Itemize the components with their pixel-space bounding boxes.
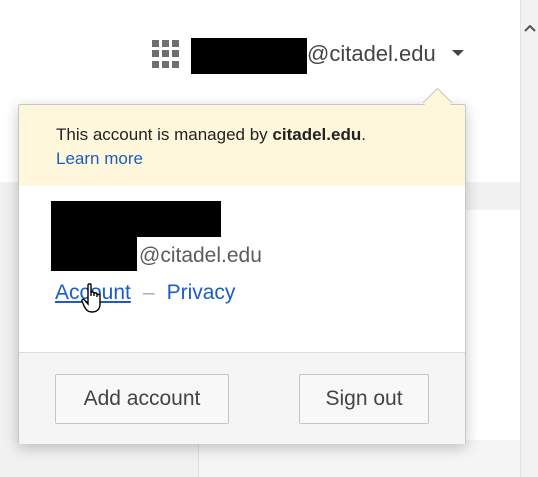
top-bar: @citadel.edu: [0, 0, 520, 100]
privacy-link[interactable]: Privacy: [167, 281, 236, 304]
account-popup: This account is managed by citadel.edu. …: [18, 104, 466, 444]
user-email-domain: @citadel.edu: [139, 244, 262, 267]
scroll-up-arrow-icon[interactable]: [521, 18, 538, 38]
learn-more-link[interactable]: Learn more: [56, 149, 143, 169]
add-account-button[interactable]: Add account: [55, 374, 229, 424]
link-separator: –: [142, 281, 155, 304]
redacted-email-user: [51, 237, 137, 271]
redacted-display-name: [51, 201, 221, 237]
chevron-down-icon[interactable]: [452, 50, 464, 56]
notice-prefix: This account is managed by: [56, 125, 273, 144]
notice-domain: citadel.edu: [272, 125, 362, 144]
page-background-panel: [198, 440, 521, 477]
scroll-track[interactable]: [525, 40, 535, 477]
popup-footer: Add account Sign out: [19, 352, 465, 444]
redacted-username: [191, 38, 307, 74]
page-background-bottom: [22, 440, 198, 477]
hand-cursor-icon: [81, 283, 103, 317]
notice-text: This account is managed by citadel.edu.: [56, 125, 366, 145]
managed-account-notice: This account is managed by citadel.edu. …: [19, 105, 465, 186]
notice-suffix: .: [361, 125, 366, 144]
account-email-domain[interactable]: @citadel.edu: [307, 41, 436, 67]
apps-grid-icon[interactable]: [152, 40, 180, 68]
page-background-band: [460, 182, 520, 210]
vertical-scrollbar[interactable]: [520, 0, 538, 477]
sign-out-button[interactable]: Sign out: [299, 374, 429, 424]
